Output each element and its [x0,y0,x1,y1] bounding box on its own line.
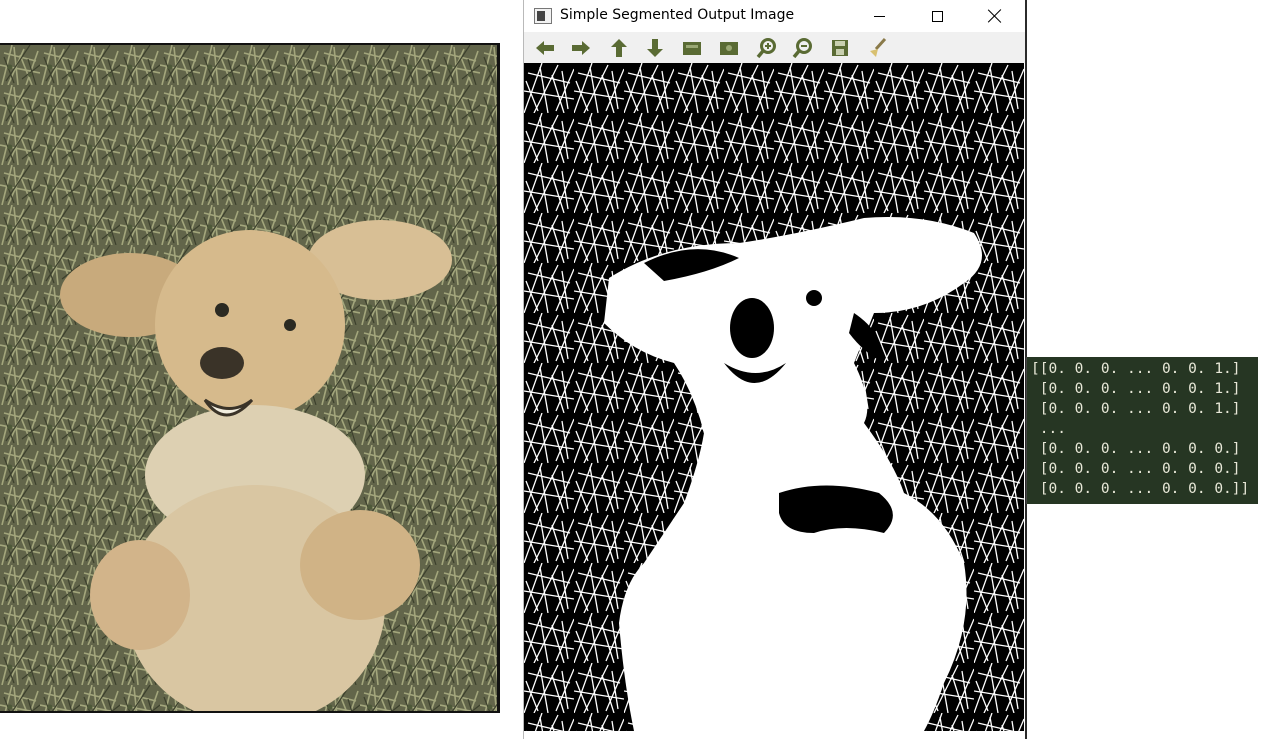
close-icon [988,9,1002,23]
save-button[interactable] [827,36,853,60]
console-output: [[0. 0. 0. ... 0. 0. 1.] [0. 0. 0. ... 0… [1026,357,1258,504]
app-icon [534,8,552,24]
segmented-image-canvas [524,63,1024,731]
minimize-button[interactable] [856,0,902,32]
pan-button[interactable] [679,36,705,60]
console-line: [0. 0. 0. ... 0. 0. 0.] [1031,461,1241,477]
zoom-rect-button[interactable] [716,36,742,60]
forward-button[interactable] [568,36,594,60]
back-button[interactable] [532,36,558,60]
console-line: [0. 0. 0. ... 0. 0. 0.]] [1031,481,1250,497]
console-line: ... [1031,421,1066,437]
save-icon [832,40,848,56]
zoom-rect-icon [720,42,738,55]
window-title: Simple Segmented Output Image [560,7,795,23]
title-bar[interactable]: Simple Segmented Output Image [524,0,1025,32]
close-button[interactable] [972,0,1018,32]
toolbar [524,32,1025,63]
back-arrow-icon [536,41,554,55]
down-arrow-icon [647,39,663,57]
zoom-out-button[interactable] [790,36,816,60]
forward-arrow-icon [572,41,590,55]
console-line: [[0. 0. 0. ... 0. 0. 1.] [1031,361,1241,377]
dog-photo-image [0,45,497,711]
zoom-in-icon [756,38,776,59]
down-button[interactable] [642,36,668,60]
console-line: [0. 0. 0. ... 0. 0. 1.] [1031,401,1241,417]
pan-icon [683,42,701,55]
segmented-output-window: Simple Segmented Output Image [523,0,1027,739]
up-arrow-icon [611,39,627,57]
brush-icon [870,37,887,57]
maximize-icon [931,10,943,22]
zoom-in-button[interactable] [754,36,780,60]
up-button[interactable] [606,36,632,60]
maximize-button[interactable] [914,0,960,32]
original-photo [0,43,500,713]
brush-button[interactable] [864,36,890,60]
console-line: [0. 0. 0. ... 0. 0. 1.] [1031,381,1241,397]
zoom-out-icon [792,38,812,59]
console-line: [0. 0. 0. ... 0. 0. 0.] [1031,441,1241,457]
minimize-icon [873,15,885,17]
segmented-image [524,63,1024,731]
